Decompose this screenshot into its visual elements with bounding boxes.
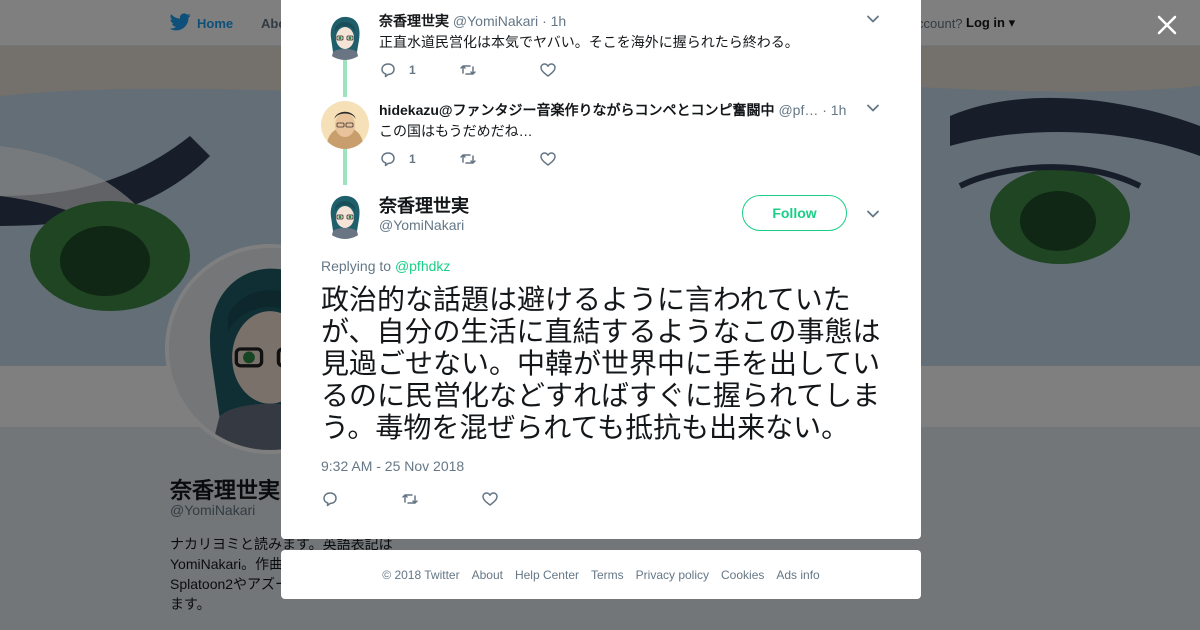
author-name[interactable]: 奈香理世実 [379, 13, 449, 29]
tweet-header: 奈香理世実 @YomiNakari · 1h [379, 11, 566, 31]
like-icon [482, 492, 498, 506]
tweet-timestamp[interactable]: 9:32 AM - 25 Nov 2018 [321, 458, 464, 474]
retweet-button[interactable] [459, 149, 477, 169]
like-button[interactable] [481, 489, 499, 509]
author-handle[interactable]: @YomiNakari [453, 13, 538, 29]
footer-link-terms[interactable]: Terms [591, 568, 624, 582]
retweet-button[interactable] [459, 60, 477, 80]
tweet-header: hidekazu@ファンタジー音楽作りながらコンペとコンピ奮闘中 @pf… · … [379, 100, 846, 120]
footer-link-ads-info[interactable]: Ads info [776, 568, 819, 582]
context-tweet[interactable]: 奈香理世実 @YomiNakari · 1h 正直水道民営化は本気でヤバい。そこ… [281, 0, 921, 89]
avatar-artwork [321, 101, 369, 149]
replying-to: Replying to @pfhdkz [321, 258, 450, 274]
author-name[interactable]: 奈香理世実 [379, 192, 469, 218]
footer-link-help-center[interactable]: Help Center [515, 568, 579, 582]
tweet-time[interactable]: · 1h [822, 102, 846, 118]
like-button[interactable] [539, 60, 557, 80]
reply-count: 1 [409, 152, 416, 166]
reply-button[interactable]: 1 [379, 60, 416, 80]
chevron-down-icon[interactable] [865, 100, 881, 116]
tweet-permalink-modal: 奈香理世実 @YomiNakari · 1h 正直水道民営化は本気でヤバい。そこ… [281, 0, 921, 539]
footer-link-cookies[interactable]: Cookies [721, 568, 764, 582]
reply-count: 1 [409, 63, 416, 77]
close-icon[interactable] [1156, 14, 1178, 36]
author-handle[interactable]: @pf… [778, 102, 818, 118]
context-tweet[interactable]: hidekazu@ファンタジー音楽作りながらコンペとコンピ奮闘中 @pf… · … [281, 89, 921, 178]
chevron-down-icon[interactable] [865, 11, 881, 27]
footer-link-privacy[interactable]: Privacy policy [636, 568, 709, 582]
tweet-text: 正直水道民営化は本気でヤバい。そこを海外に握られたら終わる。 [379, 34, 799, 50]
like-icon [540, 152, 556, 166]
footer-copyright: © 2018 Twitter [382, 567, 460, 582]
footer-link-about[interactable]: About [472, 568, 503, 582]
replying-to-link[interactable]: @pfhdkz [395, 258, 450, 274]
reply-icon [381, 152, 395, 167]
reply-icon [381, 63, 395, 78]
retweet-icon [402, 494, 418, 504]
tweet-text: 政治的な話題は避けるように言われていたが、自分の生活に直結するようなこの事態は見… [321, 284, 881, 443]
retweet-icon [460, 65, 476, 75]
author-handle[interactable]: @YomiNakari [379, 217, 464, 233]
tweet-time[interactable]: · 1h [542, 13, 566, 29]
avatar-artwork [321, 12, 369, 60]
tweet-text: この国はもうだめだね… [379, 123, 533, 139]
author-name[interactable]: hidekazu@ファンタジー音楽作りながらコンペとコンピ奮闘中 [379, 102, 775, 118]
like-icon [540, 63, 556, 77]
modal-footer: © 2018 Twitter About Help Center Terms P… [281, 550, 921, 599]
avatar-artwork [321, 191, 369, 239]
avatar[interactable] [321, 12, 369, 60]
retweet-icon [460, 154, 476, 164]
avatar[interactable] [321, 101, 369, 149]
avatar[interactable] [321, 191, 369, 239]
like-button[interactable] [539, 149, 557, 169]
reply-icon [323, 492, 337, 507]
replying-to-label: Replying to [321, 258, 392, 274]
retweet-button[interactable] [401, 489, 419, 509]
reply-button[interactable] [321, 489, 339, 509]
chevron-down-icon[interactable] [865, 206, 881, 222]
follow-button[interactable]: Follow [742, 195, 847, 231]
reply-button[interactable]: 1 [379, 149, 416, 169]
